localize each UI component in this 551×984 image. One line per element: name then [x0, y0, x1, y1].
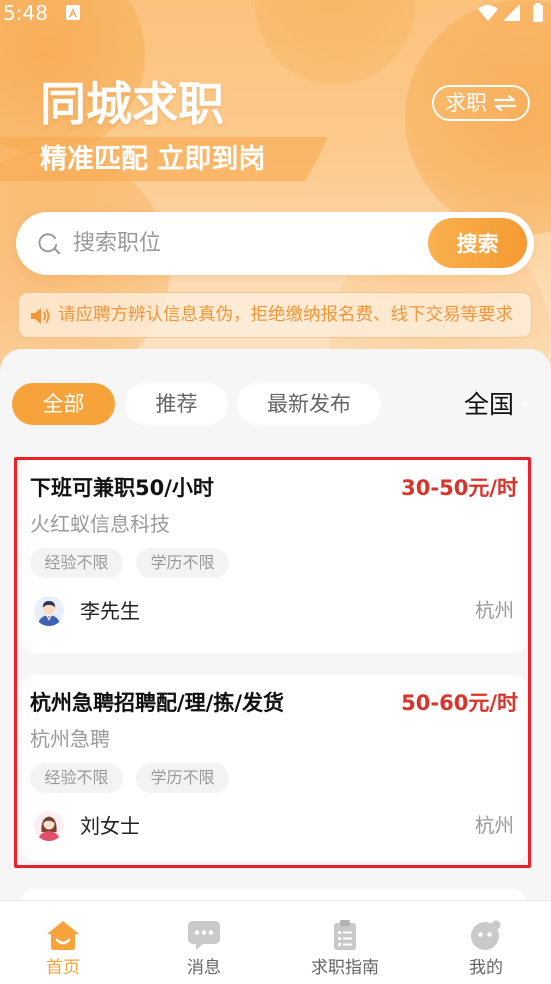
swap-icon: [493, 95, 517, 111]
male-avatar-icon: [34, 596, 64, 626]
app-notification-icon: [66, 5, 80, 20]
nav-label: 消息: [187, 958, 221, 978]
job-card[interactable]: 杭州急聘招聘配/理/拣/发货 50-60元/时 杭州急聘 经验不限 学历不限 刘…: [22, 675, 526, 861]
job-salary: 30-50元/时: [401, 476, 518, 500]
page-subtitle: 精准匹配 立即到岗: [40, 144, 266, 175]
job-contact: 李先生: [80, 599, 140, 623]
job-title: 下班可兼职50/小时: [30, 476, 214, 500]
header-banner: 5:48 同城求职 精准匹配 立即到岗 求职 搜索 请应聘方辨认信息真: [0, 0, 551, 380]
speaker-icon: [30, 306, 51, 326]
tab-all[interactable]: 全部: [12, 383, 115, 425]
signal-icon: [503, 4, 520, 21]
job-company: 火红蚁信息科技: [30, 512, 170, 536]
wifi-icon: [478, 4, 498, 21]
tab-recommended[interactable]: 推荐: [125, 383, 228, 425]
job-salary: 50-60元/时: [401, 691, 518, 715]
region-dropdown-icon: [521, 402, 529, 408]
bottom-nav: 首页 消息 求职指南 我的: [0, 900, 551, 984]
job-tag: 学历不限: [136, 548, 229, 578]
home-icon: [46, 919, 80, 951]
search-input[interactable]: [73, 212, 413, 275]
tab-latest[interactable]: 最新发布: [237, 383, 381, 425]
job-company: 杭州急聘: [30, 727, 110, 751]
profile-icon: [469, 919, 503, 951]
status-bar: 5:48: [0, 0, 551, 26]
job-location: 杭州: [474, 599, 514, 622]
search-bar: 搜索: [16, 212, 534, 275]
job-tag: 经验不限: [30, 763, 123, 793]
page-title: 同城求职: [40, 77, 224, 131]
switch-role-label: 求职: [445, 91, 487, 115]
status-time: 5:48: [3, 1, 48, 25]
nav-home[interactable]: 首页: [3, 901, 123, 984]
nav-profile[interactable]: 我的: [426, 901, 546, 984]
message-icon: [187, 919, 221, 951]
guide-icon: [328, 919, 362, 951]
job-tag: 学历不限: [136, 763, 229, 793]
nav-label: 求职指南: [311, 958, 379, 978]
search-icon: [38, 232, 61, 255]
nav-label: 我的: [469, 958, 503, 978]
job-location: 杭州: [474, 814, 514, 837]
search-button[interactable]: 搜索: [428, 218, 527, 268]
battery-icon: [532, 3, 544, 22]
switch-role-button[interactable]: 求职: [432, 85, 530, 121]
notice-text: 请应聘方辨认信息真伪，拒绝缴纳报名费、线下交易等要求: [58, 305, 513, 325]
female-avatar-icon: [34, 811, 64, 841]
job-contact: 刘女士: [80, 814, 140, 838]
nav-label: 首页: [46, 958, 80, 978]
nav-job-guide[interactable]: 求职指南: [285, 901, 405, 984]
job-tag: 经验不限: [30, 548, 123, 578]
job-title: 杭州急聘招聘配/理/拣/发货: [30, 691, 285, 715]
nav-messages[interactable]: 消息: [144, 901, 264, 984]
region-selector[interactable]: 全国: [464, 390, 514, 420]
job-card[interactable]: 下班可兼职50/小时 30-50元/时 火红蚁信息科技 经验不限 学历不限 李先…: [22, 460, 526, 653]
notice-bar: 请应聘方辨认信息真伪，拒绝缴纳报名费、线下交易等要求: [18, 292, 532, 338]
